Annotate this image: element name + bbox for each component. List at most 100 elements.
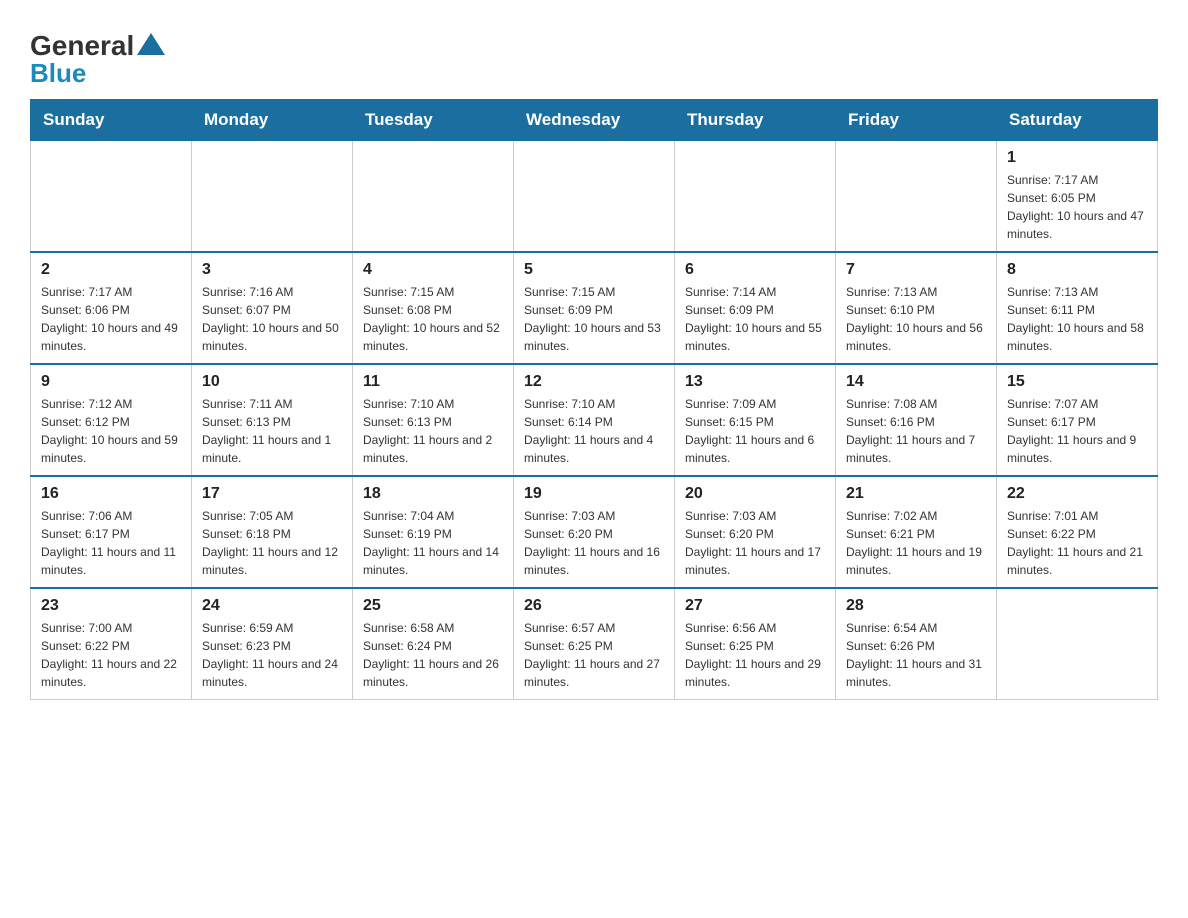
day-info: Sunrise: 7:02 AMSunset: 6:21 PMDaylight:… xyxy=(846,507,986,579)
calendar-week-row: 2 Sunrise: 7:17 AMSunset: 6:06 PMDaylight… xyxy=(31,252,1158,364)
column-header-tuesday: Tuesday xyxy=(353,100,514,141)
calendar-cell xyxy=(836,141,997,253)
day-number: 4 xyxy=(363,261,503,279)
column-header-saturday: Saturday xyxy=(997,100,1158,141)
calendar-cell: 9 Sunrise: 7:12 AMSunset: 6:12 PMDaylight… xyxy=(31,364,192,476)
calendar-cell: 23 Sunrise: 7:00 AMSunset: 6:22 PMDayligh… xyxy=(31,588,192,700)
day-info: Sunrise: 7:03 AMSunset: 6:20 PMDaylight:… xyxy=(685,507,825,579)
page-header: General Blue xyxy=(30,20,1158,89)
calendar-week-row: 9 Sunrise: 7:12 AMSunset: 6:12 PMDaylight… xyxy=(31,364,1158,476)
calendar-header-row: SundayMondayTuesdayWednesdayThursdayFrid… xyxy=(31,100,1158,141)
day-number: 7 xyxy=(846,261,986,279)
day-number: 23 xyxy=(41,597,181,615)
day-number: 25 xyxy=(363,597,503,615)
calendar-week-row: 23 Sunrise: 7:00 AMSunset: 6:22 PMDayligh… xyxy=(31,588,1158,700)
day-number: 12 xyxy=(524,373,664,391)
calendar-cell: 1Sunrise: 7:17 AMSunset: 6:05 PMDaylight… xyxy=(997,141,1158,253)
calendar-cell xyxy=(353,141,514,253)
calendar-cell xyxy=(514,141,675,253)
logo-triangle-icon xyxy=(137,33,165,55)
calendar-cell xyxy=(31,141,192,253)
day-number: 3 xyxy=(202,261,342,279)
calendar-cell: 22 Sunrise: 7:01 AMSunset: 6:22 PMDayligh… xyxy=(997,476,1158,588)
day-number: 10 xyxy=(202,373,342,391)
day-number: 11 xyxy=(363,373,503,391)
calendar-cell: 12 Sunrise: 7:10 AMSunset: 6:14 PMDayligh… xyxy=(514,364,675,476)
calendar-cell: 20 Sunrise: 7:03 AMSunset: 6:20 PMDayligh… xyxy=(675,476,836,588)
day-info: Sunrise: 6:54 AMSunset: 6:26 PMDaylight:… xyxy=(846,619,986,691)
calendar-cell xyxy=(997,588,1158,700)
day-number: 24 xyxy=(202,597,342,615)
day-number: 15 xyxy=(1007,373,1147,391)
day-number: 18 xyxy=(363,485,503,503)
day-number: 21 xyxy=(846,485,986,503)
day-info: Sunrise: 7:13 AMSunset: 6:10 PMDaylight:… xyxy=(846,283,986,355)
calendar-table: SundayMondayTuesdayWednesdayThursdayFrid… xyxy=(30,99,1158,700)
logo-blue-text: Blue xyxy=(30,58,165,89)
calendar-cell: 5 Sunrise: 7:15 AMSunset: 6:09 PMDaylight… xyxy=(514,252,675,364)
day-number: 17 xyxy=(202,485,342,503)
column-header-friday: Friday xyxy=(836,100,997,141)
calendar-cell: 11 Sunrise: 7:10 AMSunset: 6:13 PMDayligh… xyxy=(353,364,514,476)
calendar-cell: 28 Sunrise: 6:54 AMSunset: 6:26 PMDayligh… xyxy=(836,588,997,700)
day-number: 22 xyxy=(1007,485,1147,503)
calendar-cell: 26 Sunrise: 6:57 AMSunset: 6:25 PMDayligh… xyxy=(514,588,675,700)
calendar-cell: 10 Sunrise: 7:11 AMSunset: 6:13 PMDayligh… xyxy=(192,364,353,476)
day-number: 26 xyxy=(524,597,664,615)
day-info: Sunrise: 6:58 AMSunset: 6:24 PMDaylight:… xyxy=(363,619,503,691)
day-number: 8 xyxy=(1007,261,1147,279)
day-number: 19 xyxy=(524,485,664,503)
day-number: 20 xyxy=(685,485,825,503)
day-info: Sunrise: 6:59 AMSunset: 6:23 PMDaylight:… xyxy=(202,619,342,691)
calendar-week-row: 16 Sunrise: 7:06 AMSunset: 6:17 PMDayligh… xyxy=(31,476,1158,588)
day-info: Sunrise: 7:17 AMSunset: 6:06 PMDaylight:… xyxy=(41,283,181,355)
day-info: Sunrise: 7:12 AMSunset: 6:12 PMDaylight:… xyxy=(41,395,181,467)
calendar-cell: 13 Sunrise: 7:09 AMSunset: 6:15 PMDayligh… xyxy=(675,364,836,476)
day-info: Sunrise: 7:15 AMSunset: 6:08 PMDaylight:… xyxy=(363,283,503,355)
day-info: Sunrise: 7:00 AMSunset: 6:22 PMDaylight:… xyxy=(41,619,181,691)
logo: General Blue xyxy=(30,30,165,89)
day-info: Sunrise: 6:56 AMSunset: 6:25 PMDaylight:… xyxy=(685,619,825,691)
day-info: Sunrise: 7:03 AMSunset: 6:20 PMDaylight:… xyxy=(524,507,664,579)
day-number: 1 xyxy=(1007,149,1147,167)
calendar-cell: 19 Sunrise: 7:03 AMSunset: 6:20 PMDayligh… xyxy=(514,476,675,588)
day-number: 14 xyxy=(846,373,986,391)
logo-general-text: General xyxy=(30,30,165,61)
calendar-cell: 27Sunrise: 6:56 AMSunset: 6:25 PMDayligh… xyxy=(675,588,836,700)
column-header-wednesday: Wednesday xyxy=(514,100,675,141)
day-number: 28 xyxy=(846,597,986,615)
calendar-cell: 17 Sunrise: 7:05 AMSunset: 6:18 PMDayligh… xyxy=(192,476,353,588)
day-info: Sunrise: 7:09 AMSunset: 6:15 PMDaylight:… xyxy=(685,395,825,467)
day-info: Sunrise: 7:10 AMSunset: 6:13 PMDaylight:… xyxy=(363,395,503,467)
calendar-cell: 6Sunrise: 7:14 AMSunset: 6:09 PMDaylight… xyxy=(675,252,836,364)
calendar-cell: 16 Sunrise: 7:06 AMSunset: 6:17 PMDayligh… xyxy=(31,476,192,588)
calendar-cell: 15Sunrise: 7:07 AMSunset: 6:17 PMDayligh… xyxy=(997,364,1158,476)
day-info: Sunrise: 7:11 AMSunset: 6:13 PMDaylight:… xyxy=(202,395,342,467)
calendar-cell: 3Sunrise: 7:16 AMSunset: 6:07 PMDaylight… xyxy=(192,252,353,364)
day-info: Sunrise: 7:01 AMSunset: 6:22 PMDaylight:… xyxy=(1007,507,1147,579)
day-number: 9 xyxy=(41,373,181,391)
calendar-cell xyxy=(675,141,836,253)
day-info: Sunrise: 7:10 AMSunset: 6:14 PMDaylight:… xyxy=(524,395,664,467)
calendar-cell: 2 Sunrise: 7:17 AMSunset: 6:06 PMDaylight… xyxy=(31,252,192,364)
calendar-cell xyxy=(192,141,353,253)
day-info: Sunrise: 7:04 AMSunset: 6:19 PMDaylight:… xyxy=(363,507,503,579)
day-info: Sunrise: 7:13 AMSunset: 6:11 PMDaylight:… xyxy=(1007,283,1147,355)
day-info: Sunrise: 6:57 AMSunset: 6:25 PMDaylight:… xyxy=(524,619,664,691)
calendar-cell: 24 Sunrise: 6:59 AMSunset: 6:23 PMDayligh… xyxy=(192,588,353,700)
day-number: 2 xyxy=(41,261,181,279)
day-number: 13 xyxy=(685,373,825,391)
day-info: Sunrise: 7:15 AMSunset: 6:09 PMDaylight:… xyxy=(524,283,664,355)
calendar-cell: 4 Sunrise: 7:15 AMSunset: 6:08 PMDaylight… xyxy=(353,252,514,364)
calendar-cell: 25 Sunrise: 6:58 AMSunset: 6:24 PMDayligh… xyxy=(353,588,514,700)
calendar-cell: 8 Sunrise: 7:13 AMSunset: 6:11 PMDaylight… xyxy=(997,252,1158,364)
day-number: 16 xyxy=(41,485,181,503)
day-info: Sunrise: 7:14 AMSunset: 6:09 PMDaylight:… xyxy=(685,283,825,355)
calendar-cell: 7 Sunrise: 7:13 AMSunset: 6:10 PMDaylight… xyxy=(836,252,997,364)
day-info: Sunrise: 7:05 AMSunset: 6:18 PMDaylight:… xyxy=(202,507,342,579)
day-number: 5 xyxy=(524,261,664,279)
column-header-monday: Monday xyxy=(192,100,353,141)
calendar-week-row: 1Sunrise: 7:17 AMSunset: 6:05 PMDaylight… xyxy=(31,141,1158,253)
column-header-sunday: Sunday xyxy=(31,100,192,141)
day-info: Sunrise: 7:06 AMSunset: 6:17 PMDaylight:… xyxy=(41,507,181,579)
